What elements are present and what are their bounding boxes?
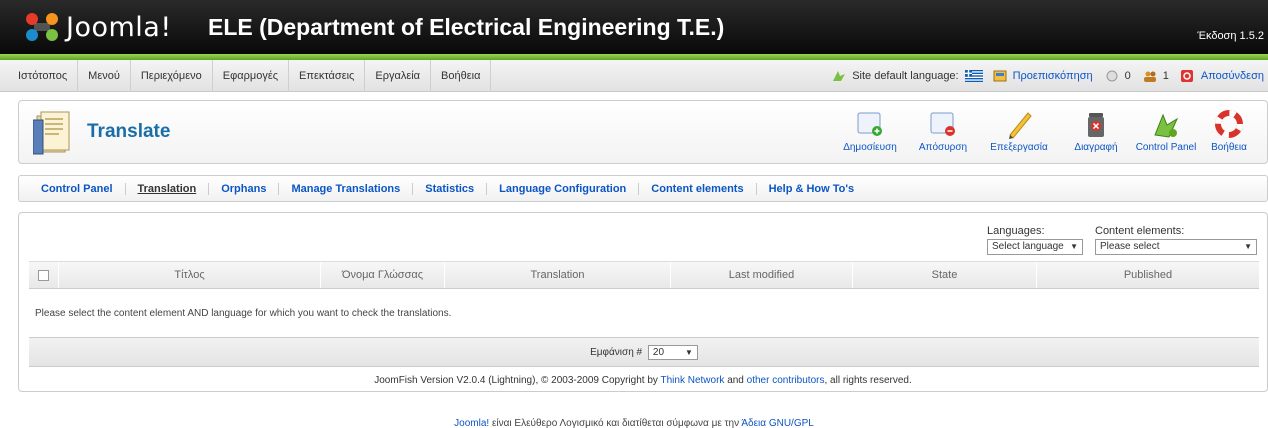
chevron-down-icon: ▼ [684,347,693,357]
content-elements-label: Content elements: [1095,225,1185,237]
unpublish-label: Απόσυρση [918,142,968,153]
content-elements-select[interactable]: Please select ▼ [1095,239,1257,255]
tab-orphans[interactable]: Orphans [209,182,280,195]
logout-icon [1180,70,1195,82]
joomla-logo-text: Joomla! [66,11,172,43]
credits-and: and [727,375,744,386]
publish-label: Δημοσίευση [843,142,897,153]
menu-item-content[interactable]: Περιεχόμενο [131,60,213,92]
publish-button[interactable]: Δημοσίευση [841,109,899,153]
main-menu: Ιστότοπος Μενού Περιεχόμενο Εφαρμογές Επ… [8,60,492,92]
tab-control-panel[interactable]: Control Panel [35,182,126,195]
tab-help[interactable]: Help & How To's [757,183,867,195]
status-bar: Site default language: Προεπισκόπηση 0 1… [832,60,1264,92]
display-count-value: 20 [652,346,665,358]
version-label: Έκδοση 1.5.2 [1197,30,1264,42]
footer-text: είναι Ελεύθερο Λογισμικό και διατίθεται … [491,418,740,428]
menu-item-tools[interactable]: Εργαλεία [365,60,432,92]
edit-button[interactable]: Επεξεργασία [985,109,1053,153]
select-all-checkbox[interactable] [38,269,49,281]
joomla-logo-icon [22,11,62,43]
column-translation[interactable]: Translation [445,262,671,288]
users-icon [1143,70,1157,82]
unpublish-icon [917,109,969,139]
display-label: Εμφάνιση # [590,347,643,358]
language-icon [832,70,846,82]
menu-item-extensions[interactable]: Επεκτάσεις [289,60,366,92]
help-button[interactable]: Βοήθεια [1207,109,1251,153]
menu-item-site[interactable]: Ιστότοπος [8,60,79,92]
trash-icon [1071,109,1121,139]
menu-item-menus[interactable]: Μενού [78,60,131,92]
messages-icon [1105,70,1119,82]
joomla-link[interactable]: Joomla! [454,418,489,428]
control-panel-icon [1133,109,1199,139]
publish-icon [841,109,899,139]
translation-panel: Languages: Select language ▼ Content ele… [18,212,1268,392]
preview-icon [993,70,1007,82]
menu-item-help[interactable]: Βοήθεια [431,60,492,92]
preview-link[interactable]: Προεπισκόπηση [1013,70,1093,82]
column-published[interactable]: Published [1037,262,1259,288]
column-last-modified[interactable]: Last modified [671,262,853,288]
content-elements-filter: Content elements: Please select ▼ [1095,225,1257,255]
logout-link[interactable]: Αποσύνδεση [1201,70,1264,82]
messages-count[interactable]: 0 [1125,70,1131,82]
tab-content-elements[interactable]: Content elements [639,182,757,195]
contributors-link[interactable]: other contributors [747,375,825,386]
edit-label: Επεξεργασία [990,142,1048,153]
greek-flag-icon[interactable] [964,70,983,82]
control-panel-label: Control Panel [1135,142,1197,153]
joomfish-credits: JoomFish Version V2.0.4 (Lightning), © 2… [19,375,1267,386]
credits-prefix: JoomFish Version V2.0.4 (Lightning), © 2… [374,375,658,386]
languages-select[interactable]: Select language ▼ [987,239,1083,255]
page-footer: Joomla! είναι Ελεύθερο Λογισμικό και δια… [0,418,1268,428]
credits-suffix: , all rights reserved. [824,375,912,386]
tab-translation[interactable]: Translation [126,182,210,195]
pagination-bar: Εμφάνιση # 20 ▼ [29,337,1259,367]
toolbar-box: Translate Δημοσίευση Απόσυρση Επεξεργασί… [18,100,1268,164]
unpublish-button[interactable]: Απόσυρση [917,109,969,153]
think-network-link[interactable]: Think Network [661,375,725,386]
column-language-name[interactable]: Όνομα Γλώσσας [321,262,445,288]
tab-manage-translations[interactable]: Manage Translations [279,182,414,195]
tab-language-configuration[interactable]: Language Configuration [487,182,640,195]
pencil-icon [985,109,1053,139]
content-elements-select-value: Please select [1100,241,1160,252]
help-label: Βοήθεια [1211,142,1247,153]
admin-header: Joomla! ELE (Department of Electrical En… [0,0,1268,60]
delete-label: Διαγραφή [1074,142,1118,153]
table-header: Τίτλος Όνομα Γλώσσας Translation Last mo… [29,261,1259,289]
delete-button[interactable]: Διαγραφή [1071,109,1121,153]
joomla-logo: Joomla! [22,10,172,44]
menu-bar: Ιστότοπος Μενού Περιεχόμενο Εφαρμογές Επ… [0,60,1268,92]
site-title: ELE (Department of Electrical Engineerin… [208,14,725,40]
license-link[interactable]: Άδεια GNU/GPL [741,418,814,428]
column-state[interactable]: State [853,262,1037,288]
languages-label: Languages: [987,225,1045,237]
languages-select-value: Select language [992,241,1064,252]
users-count[interactable]: 1 [1163,70,1169,82]
joomfish-tabs: Control Panel Translation Orphans Manage… [18,175,1268,202]
site-language-label: Site default language: [852,70,959,82]
lifebuoy-icon [1207,109,1251,139]
menu-item-components[interactable]: Εφαρμογές [213,60,290,92]
chevron-down-icon: ▼ [1070,242,1078,251]
control-panel-button[interactable]: Control Panel [1133,109,1199,153]
column-title[interactable]: Τίτλος [59,262,321,288]
empty-message: Please select the content element AND la… [35,308,452,319]
page-title: Translate [87,121,171,142]
display-count-select[interactable]: 20 ▼ [647,344,698,360]
languages-filter: Languages: Select language ▼ [987,225,1083,255]
chevron-down-icon: ▼ [1244,242,1252,251]
translate-icon [32,110,73,156]
select-all-cell [29,262,59,288]
tab-statistics[interactable]: Statistics [413,182,488,195]
